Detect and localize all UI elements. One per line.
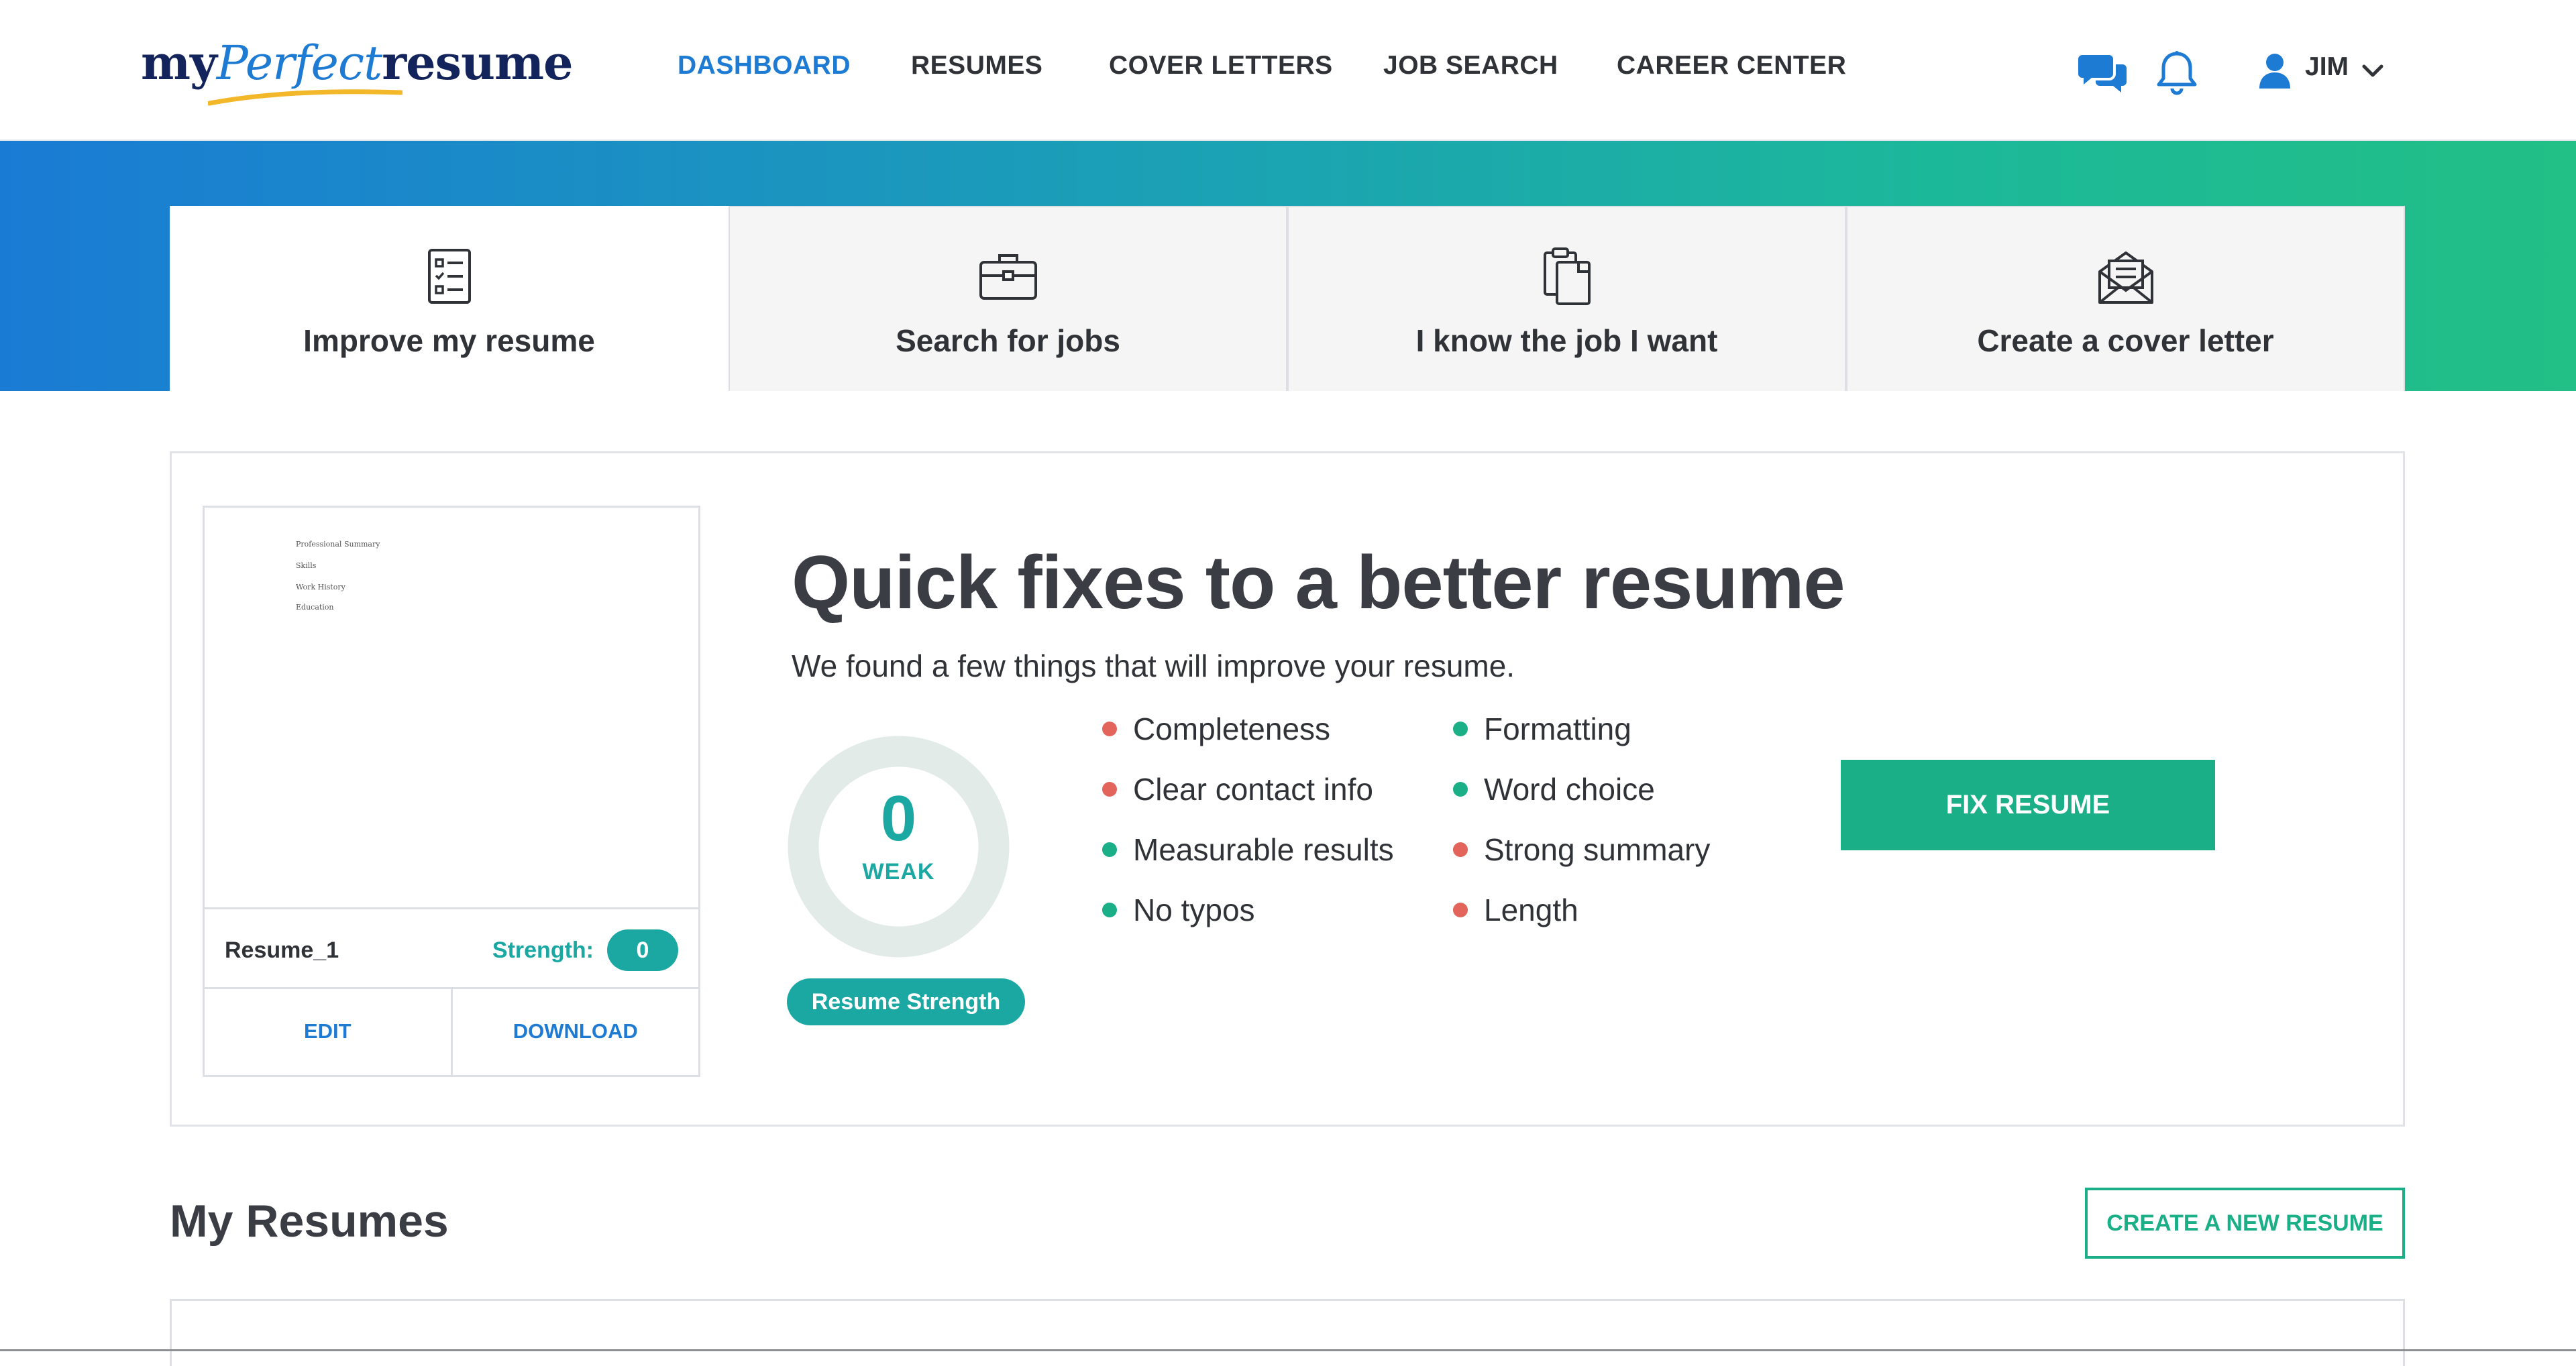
logo-resume: resume [382, 35, 573, 91]
tab-label: Search for jobs [896, 323, 1120, 358]
check-label: Formatting [1484, 712, 1631, 746]
strength-label: Strength: [492, 937, 594, 963]
check-item: Length [1453, 892, 1578, 928]
quick-fix-subtitle: We found a few things that will improve … [792, 648, 1515, 683]
resume-actions: EDIT DOWNLOAD [205, 987, 698, 1075]
logo-my: my [141, 35, 217, 91]
nav-cover-letters[interactable]: COVER LETTERS [1109, 51, 1333, 80]
status-good-icon [1453, 721, 1468, 736]
check-label: Strong summary [1484, 832, 1711, 867]
resume-thumbnail[interactable]: Professional Summary Skills Work History… [205, 508, 698, 907]
check-label: Word choice [1484, 772, 1655, 807]
download-button[interactable]: DOWNLOAD [450, 989, 699, 1075]
clipboard-icon [1543, 247, 1591, 305]
resume-strength-badge: Resume Strength [787, 978, 1025, 1025]
checklist-icon [427, 249, 471, 304]
check-label: Clear contact info [1133, 772, 1373, 807]
nav-job-search[interactable]: JOB SEARCH [1383, 51, 1558, 80]
preview-line: Work History [296, 583, 345, 591]
check-item: Strong summary [1453, 832, 1710, 868]
tab-label: I know the job I want [1415, 323, 1718, 358]
tab-cover-letter[interactable]: Create a cover letter [1846, 206, 2405, 391]
check-item: Measurable results [1102, 832, 1394, 868]
chat-icon[interactable] [2078, 52, 2128, 94]
nav-career-center[interactable]: CAREER CENTER [1617, 51, 1846, 80]
user-icon[interactable] [2258, 52, 2292, 90]
check-label: Completeness [1133, 712, 1331, 746]
check-label: Length [1484, 893, 1578, 927]
edit-button[interactable]: EDIT [205, 989, 451, 1075]
preview-line: Professional Summary [296, 540, 380, 549]
strength-badge: 0 [607, 929, 678, 971]
fix-resume-button[interactable]: FIX RESUME [1841, 760, 2215, 850]
tab-improve-resume[interactable]: Improve my resume [170, 206, 729, 391]
check-label: Measurable results [1133, 832, 1394, 867]
nav-resumes[interactable]: RESUMES [911, 51, 1042, 80]
tab-search-jobs[interactable]: Search for jobs [729, 206, 1287, 391]
strength-rating: WEAK [862, 859, 935, 885]
resume-list-card [170, 1299, 2405, 1366]
my-resumes-title: My Resumes [170, 1196, 449, 1247]
status-bad-icon [1102, 721, 1117, 736]
action-tabs: Improve my resume Search for jobs I know… [170, 206, 2405, 391]
briefcase-icon [979, 254, 1037, 300]
resume-meta: Resume_1 Strength: 0 [205, 907, 698, 993]
status-bad-icon [1102, 781, 1117, 797]
resume-preview: Professional Summary Skills Work History… [203, 506, 700, 1077]
strength-score: 0 [880, 783, 917, 854]
check-item: Word choice [1453, 771, 1655, 807]
preview-line: Education [296, 603, 334, 612]
status-bad-icon [1453, 842, 1468, 857]
logo[interactable]: myPerfectresume [141, 35, 574, 109]
check-item: No typos [1102, 892, 1255, 928]
tab-label: Create a cover letter [1977, 323, 2274, 358]
status-good-icon [1453, 781, 1468, 797]
create-new-resume-button[interactable]: CREATE A NEW RESUME [2085, 1188, 2405, 1259]
quick-fix-title: Quick fixes to a better resume [792, 540, 1845, 624]
status-good-icon [1102, 902, 1117, 917]
chevron-down-icon[interactable] [2361, 63, 2384, 79]
top-header: myPerfectresume DASHBOARD RESUMES COVER … [0, 0, 2576, 141]
user-name[interactable]: JIM [2305, 52, 2349, 82]
quick-fix-card: Professional Summary Skills Work History… [170, 451, 2405, 1127]
preview-line: Skills [296, 561, 317, 570]
tab-know-job[interactable]: I know the job I want [1287, 206, 1846, 391]
status-good-icon [1102, 842, 1117, 857]
logo-perfect: Perfect [216, 36, 383, 91]
check-item: Formatting [1453, 711, 1631, 747]
check-label: No typos [1133, 893, 1255, 927]
status-bad-icon [1453, 902, 1468, 917]
tab-label: Improve my resume [303, 323, 595, 358]
bell-icon[interactable] [2156, 50, 2198, 98]
logo-swoosh-icon [208, 89, 402, 106]
nav-dashboard[interactable]: DASHBOARD [678, 51, 851, 80]
check-item: Clear contact info [1102, 771, 1373, 807]
resume-name: Resume_1 [225, 937, 339, 963]
check-item: Completeness [1102, 711, 1330, 747]
envelope-icon [2098, 251, 2153, 304]
